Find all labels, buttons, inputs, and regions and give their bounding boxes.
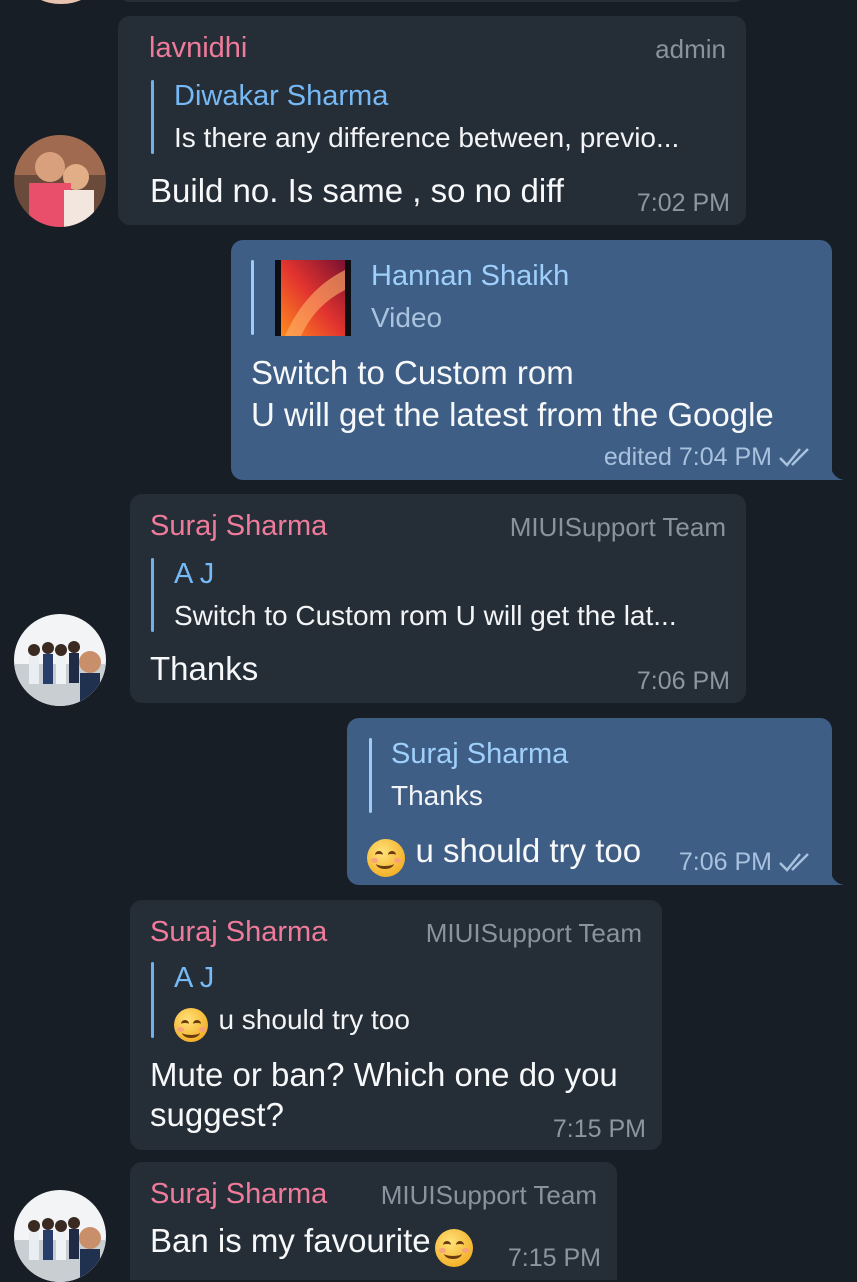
reply-name[interactable]: Suraj Sharma	[391, 738, 568, 771]
message-content: u should try too	[367, 830, 641, 877]
message-bubble-outgoing[interactable]: Hannan Shaikh Video Switch to Custom rom…	[231, 240, 832, 480]
smile-emoji-icon	[435, 1228, 474, 1267]
message-time: edited 7:04 PM	[603, 443, 772, 471]
message-text: u should try too	[415, 832, 642, 869]
message-text: Build no. Is same , so no diff	[150, 172, 564, 209]
message-text: Ban is my favourite	[150, 1222, 431, 1259]
reply-name[interactable]: Diwakar Sharma	[174, 80, 388, 113]
sender-role: MIUISupport Team	[509, 512, 726, 542]
message-bubble[interactable]: lavnidhi admin Diwakar Sharma Is there a…	[118, 16, 746, 225]
avatar-suraj-sharma[interactable]	[14, 614, 106, 706]
message-text-line1: Switch to Custom rom	[251, 354, 574, 391]
message-bubble[interactable]: Suraj Sharma MIUISupport Team A J Switch…	[130, 494, 746, 703]
message-content: Ban is my favourite	[150, 1220, 474, 1267]
reply-bar	[251, 260, 254, 335]
message-time: 7:06 PM	[636, 667, 730, 695]
reply-name[interactable]: A J	[174, 962, 214, 995]
sender-role: admin	[655, 34, 726, 64]
sender-name[interactable]: lavnidhi	[149, 32, 247, 65]
smile-emoji-icon	[367, 838, 405, 877]
video-thumbnail[interactable]	[275, 260, 351, 336]
previous-avatar-edge	[30, 0, 92, 4]
sender-role: MIUISupport Team	[380, 1180, 597, 1210]
reply-text: u should try too	[218, 1004, 410, 1035]
message-text: Thanks	[150, 650, 259, 687]
message-time: 7:06 PM	[678, 848, 772, 876]
message-bubble[interactable]: Suraj Sharma MIUISupport Team Ban is my …	[130, 1162, 617, 1280]
message-time: 7:15 PM	[507, 1244, 601, 1272]
reply-bar	[369, 738, 372, 813]
message-text-line2: U will get the latest from the Google	[251, 396, 774, 433]
bubble-tail	[830, 464, 844, 480]
message-time: 7:15 PM	[552, 1115, 646, 1143]
reply-bar	[151, 80, 154, 154]
sender-role: MIUISupport Team	[425, 918, 642, 948]
reply-bar	[151, 962, 154, 1038]
reply-media-label: Video	[371, 302, 443, 333]
double-check-icon	[779, 853, 809, 872]
avatar-lavnidhi[interactable]	[14, 135, 106, 227]
reply-bar	[151, 558, 154, 632]
reply-text[interactable]: Is there any difference between, previo.…	[174, 122, 679, 154]
reply-content[interactable]: u should try too	[174, 1004, 410, 1042]
previous-bubble-edge	[118, 0, 746, 2]
sender-name[interactable]: Suraj Sharma	[150, 916, 327, 949]
reply-name[interactable]: Hannan Shaikh	[371, 260, 569, 293]
message-text-line1: Mute or ban? Which one do you	[150, 1056, 618, 1093]
reply-text[interactable]: Thanks	[391, 780, 483, 812]
message-text-line2: suggest?	[150, 1096, 284, 1133]
bubble-tail	[830, 869, 844, 885]
message-bubble[interactable]: Suraj Sharma MIUISupport Team A J u shou…	[130, 900, 662, 1150]
double-check-icon	[779, 448, 809, 467]
reply-text[interactable]: Switch to Custom rom U will get the lat.…	[174, 600, 677, 632]
smile-emoji-icon	[174, 1007, 208, 1042]
message-time: 7:02 PM	[636, 189, 730, 217]
reply-name[interactable]: A J	[174, 558, 214, 591]
message-bubble-outgoing[interactable]: Suraj Sharma Thanks u should try too 7:0…	[347, 718, 832, 885]
sender-name[interactable]: Suraj Sharma	[150, 510, 327, 543]
avatar-suraj-sharma[interactable]	[14, 1190, 106, 1282]
sender-name[interactable]: Suraj Sharma	[150, 1178, 327, 1211]
